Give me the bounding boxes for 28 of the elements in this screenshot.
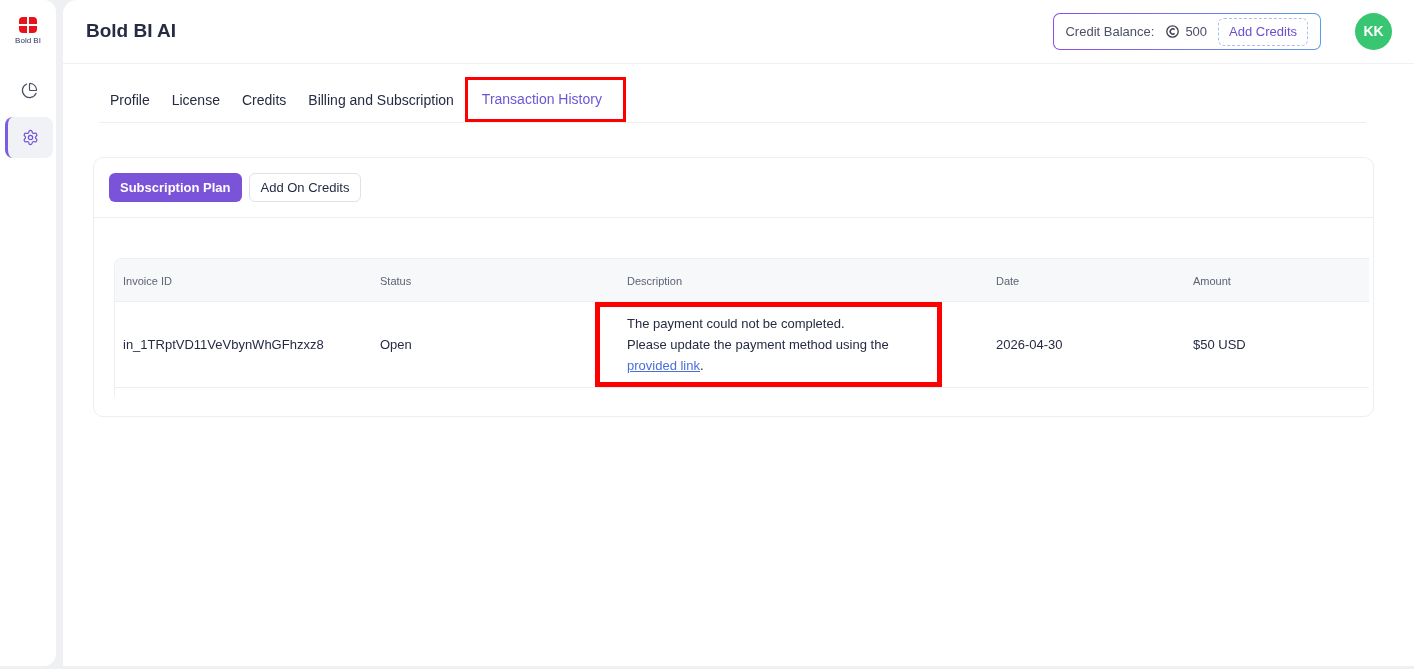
table-cell-text: $50 USD [1193,335,1246,354]
settings-icon [22,129,39,146]
tab[interactable]: Profile [99,78,161,122]
tab[interactable]: Billing and Subscription [297,78,465,122]
pie-chart-icon [20,82,38,99]
provided-link[interactable]: provided link [627,358,700,373]
description-text: The payment could not be completed. Please update the payment method using the provided link. [627,315,889,375]
app-title: Bold BI AI [86,19,177,44]
table-cell-text: in_1TRptVD11VeVbynWhGFhzxz8 [123,335,324,354]
subtab-button[interactable]: Add On Credits [248,173,362,202]
credit-balance-label: Credit Balance: [1065,22,1155,41]
tab[interactable]: Transaction History [470,80,613,119]
table-cell-text: Open [380,335,412,354]
logo-text: Bold BI [15,36,41,45]
credit-balance-value: 500 [1185,22,1208,41]
column-header: Amount [1193,275,1231,287]
logo-icon [19,17,37,33]
column-header: Status [380,275,412,287]
tab[interactable]: Credits [230,78,298,122]
column-header: Date [996,275,1020,287]
column-header: Invoice ID [123,275,172,287]
coin-icon [1166,25,1180,38]
tab[interactable]: License [160,78,231,122]
table-cell-text: 2026-04-30 [996,335,1063,354]
subtab-button[interactable]: Subscription Plan [109,173,242,202]
sidebar-item[interactable] [5,117,53,158]
column-header: Description [627,275,683,287]
add-credits-button[interactable]: Add Credits [1218,17,1308,46]
